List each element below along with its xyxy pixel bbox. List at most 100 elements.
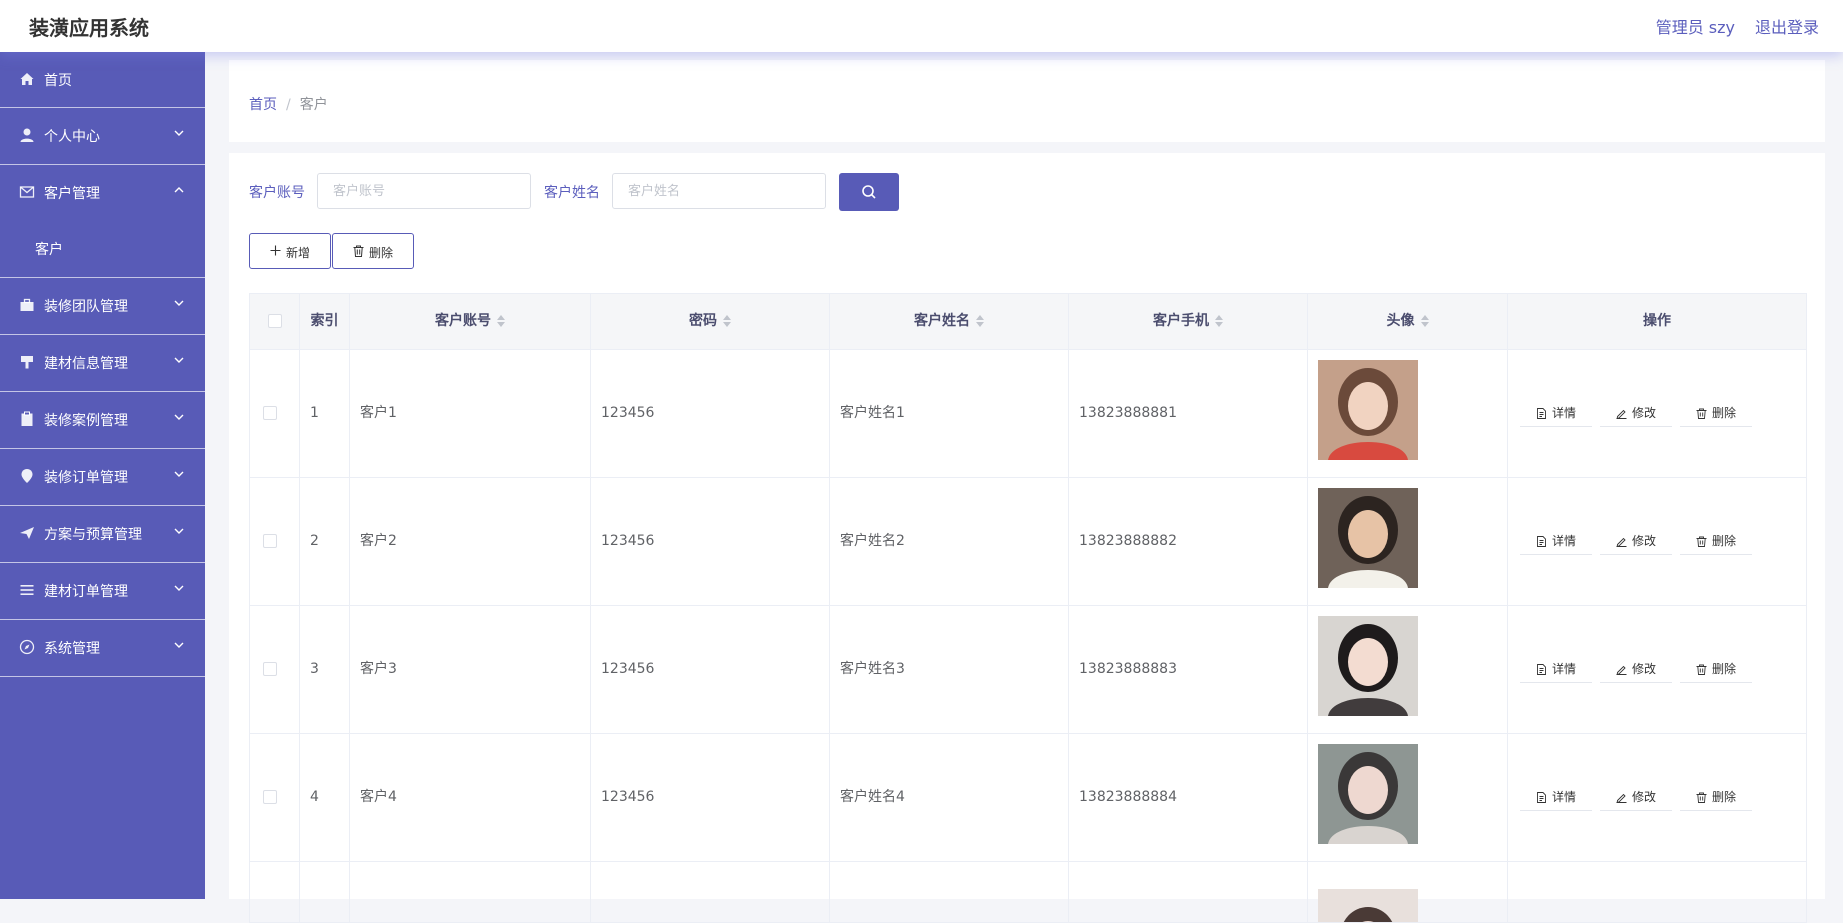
trash-icon: [1696, 664, 1707, 675]
sidebar-item-plan-budget[interactable]: 方案与预算管理: [0, 506, 205, 563]
add-button[interactable]: 新增: [249, 233, 331, 269]
trash-icon: [1696, 536, 1707, 547]
compass-icon: [19, 639, 35, 655]
header-phone[interactable]: 客户手机: [1069, 294, 1308, 349]
account-cell: 客户2: [350, 478, 591, 605]
row-checkbox[interactable]: [263, 662, 277, 676]
select-cell: [250, 734, 300, 861]
index-cell: 4: [300, 734, 350, 861]
document-icon: [1537, 664, 1546, 675]
breadcrumb: 首页 / 客户: [249, 94, 328, 114]
sidebar-item-personal-center[interactable]: 个人中心: [0, 108, 205, 165]
detail-button-label: 详情: [1552, 406, 1577, 420]
detail-button[interactable]: 详情: [1520, 529, 1592, 555]
edit-button[interactable]: 修改: [1600, 785, 1672, 811]
avatar-cell: [1308, 478, 1508, 605]
edit-button[interactable]: 修改: [1600, 529, 1672, 555]
select-cell: [250, 350, 300, 477]
chevron-down-icon: [174, 471, 184, 477]
top-bar: 装潢应用系统 管理员 szy 退出登录: [0, 0, 1843, 52]
row-delete-button-label: 删除: [1712, 662, 1737, 676]
edit-button-label: 修改: [1632, 534, 1657, 548]
batch-delete-button[interactable]: 删除: [332, 233, 414, 269]
trash-icon: [353, 245, 364, 257]
index-cell: 1: [300, 350, 350, 477]
chevron-down-icon: [174, 585, 184, 591]
sidebar-item-team-management[interactable]: 装修团队管理: [0, 278, 205, 335]
account-search-input[interactable]: [317, 173, 531, 209]
row-delete-button[interactable]: 删除: [1680, 785, 1752, 811]
row-delete-button[interactable]: 删除: [1680, 657, 1752, 683]
detail-button[interactable]: 详情: [1520, 657, 1592, 683]
sidebar-item-material-orders[interactable]: 建材订单管理: [0, 563, 205, 620]
name-search-input[interactable]: [612, 173, 826, 209]
sort-icon[interactable]: [1215, 314, 1223, 328]
table-body: 1 客户1 123456 客户姓名1 13823888881 详情 修改 删除 2 客户2 1234…: [250, 350, 1806, 922]
row-checkbox[interactable]: [263, 790, 277, 804]
sidebar-item-label: 方案与预算管理: [44, 527, 142, 543]
edit-icon: [1616, 409, 1627, 419]
empty-cell: [250, 862, 300, 922]
user-icon: [20, 128, 34, 142]
sidebar-item-label: 个人中心: [44, 129, 100, 145]
row-checkbox[interactable]: [263, 406, 277, 420]
sidebar-item-label: 装修订单管理: [44, 470, 128, 486]
row-delete-button[interactable]: 删除: [1680, 401, 1752, 427]
chevron-down-icon: [174, 300, 184, 306]
sort-icon[interactable]: [1420, 314, 1429, 328]
account-cell: 客户1: [350, 350, 591, 477]
edit-button[interactable]: 修改: [1600, 401, 1672, 427]
avatar-image: [1318, 744, 1418, 844]
empty-cell: [1508, 862, 1806, 922]
sidebar-item-system-management[interactable]: 系统管理: [0, 620, 205, 677]
sidebar-subitem-label: 客户: [35, 242, 63, 258]
briefcase-icon: [20, 298, 34, 311]
sidebar-item-label: 首页: [44, 73, 72, 89]
avatar-cell: [1308, 606, 1508, 733]
logout-link[interactable]: 退出登录: [1755, 14, 1843, 38]
row-delete-button-label: 删除: [1712, 790, 1737, 804]
row-delete-button[interactable]: 删除: [1680, 529, 1752, 555]
header-name-label: 客户姓名: [914, 313, 970, 329]
account-cell: 客户4: [350, 734, 591, 861]
detail-button[interactable]: 详情: [1520, 401, 1592, 427]
sidebar-subitem-customer[interactable]: 客户: [0, 221, 205, 278]
sidebar-item-case-management[interactable]: 装修案例管理: [0, 392, 205, 449]
empty-cell: [591, 862, 830, 922]
account-cell: 客户3: [350, 606, 591, 733]
content-card: 客户账号 客户姓名 新增 删除 索引 客户账号 密码 客户姓名: [229, 153, 1825, 923]
sidebar-item-customer-management[interactable]: 客户管理: [0, 165, 205, 221]
sidebar-item-label: 装修团队管理: [44, 299, 128, 315]
sidebar-item-decoration-orders[interactable]: 装修订单管理: [0, 449, 205, 506]
header-name[interactable]: 客户姓名: [830, 294, 1069, 349]
sort-icon[interactable]: [723, 314, 731, 328]
detail-button[interactable]: 详情: [1520, 785, 1592, 811]
header-avatar[interactable]: 头像: [1308, 294, 1508, 349]
header-avatar-label: 头像: [1386, 313, 1415, 329]
edit-button[interactable]: 修改: [1600, 657, 1672, 683]
chevron-up-icon: [174, 187, 184, 193]
sidebar-item-label: 建材订单管理: [44, 584, 128, 600]
sort-icon[interactable]: [976, 314, 984, 328]
sort-icon[interactable]: [497, 314, 505, 328]
password-cell: 123456: [591, 478, 830, 605]
row-checkbox[interactable]: [263, 534, 277, 548]
empty-cell: [350, 862, 591, 922]
header-actions: 操作: [1643, 313, 1671, 329]
document-icon: [1537, 408, 1546, 419]
row-delete-button-label: 删除: [1712, 534, 1737, 548]
add-button-label: 新增: [286, 246, 311, 260]
breadcrumb-card: 首页 / 客户: [229, 60, 1825, 142]
select-all-checkbox[interactable]: [268, 314, 282, 328]
header-password[interactable]: 密码: [591, 294, 830, 349]
header-password-label: 密码: [689, 313, 717, 329]
header-account[interactable]: 客户账号: [350, 294, 591, 349]
chevron-down-icon: [174, 528, 184, 534]
table-row: 1 客户1 123456 客户姓名1 13823888881 详情 修改 删除: [250, 350, 1806, 478]
sidebar-item-home[interactable]: 首页: [0, 52, 205, 108]
breadcrumb-home[interactable]: 首页: [249, 97, 277, 113]
chevron-down-icon: [174, 357, 184, 363]
sidebar-item-material-info[interactable]: 建材信息管理: [0, 335, 205, 392]
search-button[interactable]: [839, 173, 899, 211]
index-cell: 2: [300, 478, 350, 605]
